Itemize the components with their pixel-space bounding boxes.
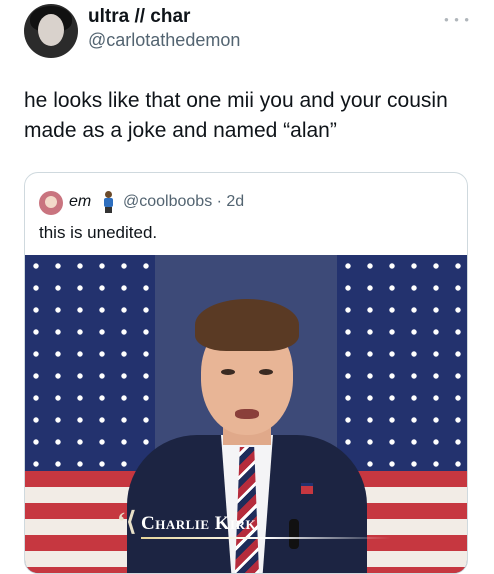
display-name[interactable]: ultra // char bbox=[88, 6, 240, 28]
author-names: ultra // char @carlotathedemon bbox=[88, 6, 240, 52]
quoted-user-avatar[interactable] bbox=[39, 191, 63, 215]
user-avatar[interactable] bbox=[24, 4, 78, 58]
person-emoji-icon bbox=[103, 191, 113, 213]
quoted-handle-time[interactable]: @coolboobs · 2d bbox=[123, 193, 244, 211]
quoted-video-frame[interactable]: ʻ⟨ Charlie Kirk bbox=[25, 255, 467, 573]
microphone-icon bbox=[289, 519, 299, 549]
lower-third-name: Charlie Kirk bbox=[141, 513, 257, 534]
user-handle[interactable]: @carlotathedemon bbox=[88, 28, 240, 52]
more-options-icon[interactable]: • • • bbox=[444, 12, 470, 27]
swoosh-icon: ʻ⟨ bbox=[117, 507, 137, 536]
quoted-post[interactable]: em @coolboobs · 2d this is unedited. ʻ⟨ … bbox=[24, 172, 468, 574]
lower-third-underline bbox=[141, 537, 391, 539]
post-header: ultra // char @carlotathedemon • • • bbox=[24, 4, 474, 58]
quoted-display-name[interactable]: em bbox=[69, 193, 91, 211]
post-text: he looks like that one mii you and your … bbox=[24, 89, 448, 142]
flag-pin-icon bbox=[301, 483, 313, 494]
quoted-post-text: this is unedited. bbox=[39, 223, 158, 242]
